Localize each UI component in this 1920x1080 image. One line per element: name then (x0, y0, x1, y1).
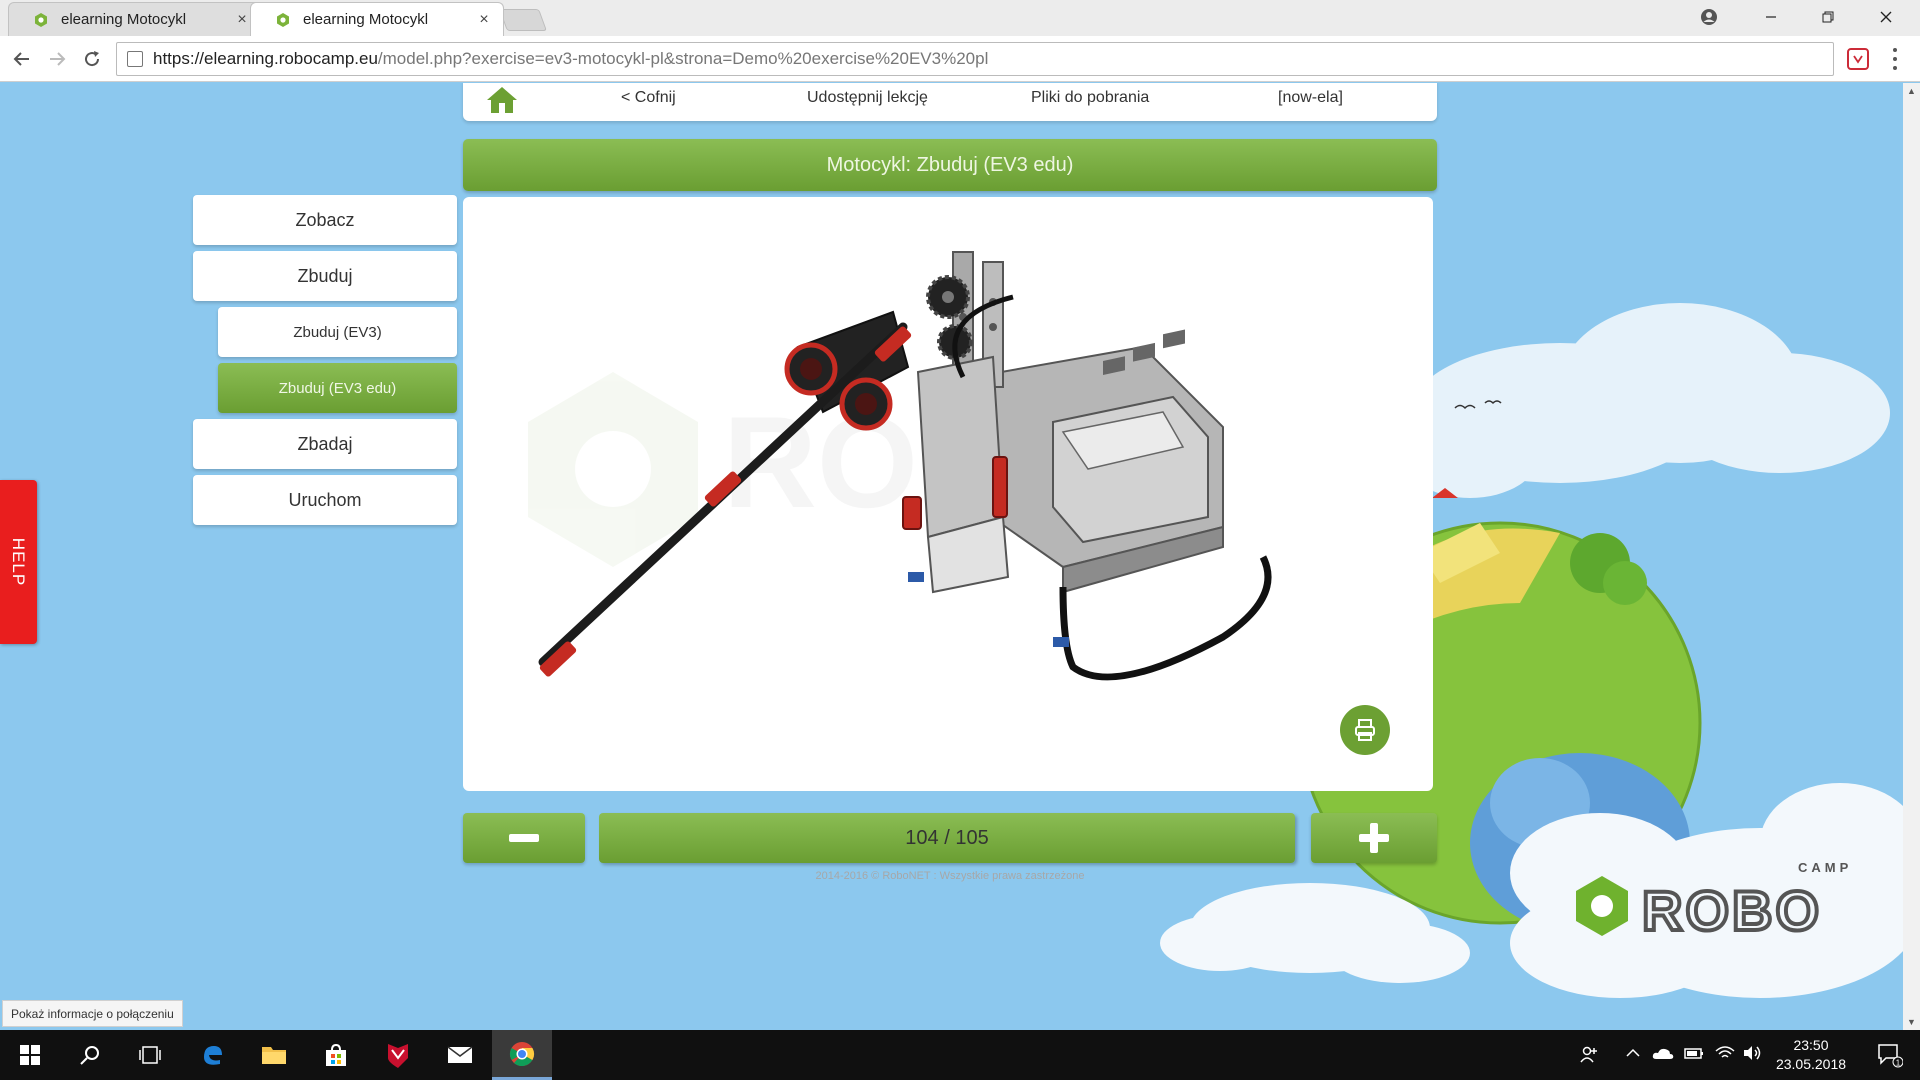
forward-arrow-icon[interactable] (45, 47, 69, 71)
print-icon (1355, 719, 1375, 741)
menu-build-ev3-edu[interactable]: Zbuduj (EV3 edu) (218, 363, 457, 413)
scroll-up-icon[interactable]: ▲ (1907, 86, 1916, 96)
menu-see[interactable]: Zobacz (193, 195, 457, 245)
menu-build-ev3[interactable]: Zbuduj (EV3) (218, 307, 457, 357)
task-view-icon[interactable] (120, 1030, 180, 1080)
previous-step-button[interactable] (463, 813, 585, 863)
restore-icon[interactable] (1800, 0, 1856, 34)
tab-title: elearning Motocykl (61, 11, 187, 28)
browser-tab-2[interactable]: elearning Motocykl × (250, 2, 504, 36)
minus-icon (509, 834, 539, 842)
share-lesson-link[interactable]: Udostępnij lekcję (807, 89, 928, 107)
close-window-icon[interactable] (1858, 0, 1914, 34)
tab-close-icon[interactable]: × (233, 11, 251, 29)
minimize-icon[interactable] (1743, 0, 1799, 34)
logo-robo: ROBO (1642, 879, 1822, 942)
menu-explore[interactable]: Zbadaj (193, 419, 457, 469)
system-clock[interactable]: 23:50 23.05.2018 (1756, 1036, 1866, 1074)
tab-close-icon[interactable]: × (475, 11, 493, 29)
back-arrow-icon[interactable] (10, 47, 34, 71)
plus-icon (1359, 823, 1389, 853)
robocamp-favicon-icon (275, 12, 291, 28)
url-path: /model.php?exercise=ev3-motocykl-pl&stro… (377, 49, 989, 68)
page-scrollbar[interactable]: ▲ ▼ (1903, 83, 1920, 1030)
page-info-icon[interactable] (127, 51, 143, 67)
footer-copyright: 2014-2016 © RoboNET : Wszystkie prawa za… (815, 870, 1085, 882)
reload-icon[interactable] (80, 47, 104, 71)
downloads-link[interactable]: Pliki do pobrania (1031, 89, 1149, 107)
edge-browser-icon[interactable] (182, 1030, 242, 1080)
browser-tab-strip: elearning Motocykl × elearning Motocykl … (0, 0, 1920, 36)
clock-time: 23:50 (1793, 1037, 1829, 1053)
lesson-title: Motocykl: Zbuduj (EV3 edu) (463, 139, 1437, 191)
help-tab[interactable]: HELP (0, 480, 37, 644)
step-counter: 104 / 105 (599, 813, 1295, 863)
show-hidden-icons-icon[interactable] (1625, 1045, 1641, 1065)
logo-camp: CAMP (1798, 860, 1852, 875)
page-content: < Cofnij Udostępnij lekcję Pliki do pobr… (0, 83, 1903, 1030)
windows-start-icon[interactable] (0, 1030, 60, 1080)
robocamp-logo: CAMP ROBO (1576, 860, 1852, 944)
people-icon[interactable] (1580, 1045, 1598, 1067)
address-bar[interactable]: https://elearning.robocamp.eu/model.php?… (116, 42, 1834, 76)
clock-date: 23.05.2018 (1775, 1056, 1847, 1072)
mail-icon[interactable] (430, 1030, 490, 1080)
chrome-icon[interactable] (492, 1030, 552, 1080)
notification-count: 1 (1896, 1059, 1901, 1068)
store-icon[interactable] (306, 1030, 366, 1080)
menu-run[interactable]: Uruchom (193, 475, 457, 525)
new-tab-button[interactable] (498, 9, 548, 31)
ev3-model-illustration: ROBO (528, 251, 1272, 681)
url-host: https://elearning.robocamp.eu (153, 49, 378, 68)
next-step-button[interactable] (1311, 813, 1437, 863)
home-icon[interactable] (485, 85, 519, 115)
action-center-icon[interactable]: 1 (1860, 1030, 1920, 1080)
browser-menu-icon[interactable] (1890, 48, 1900, 70)
back-link[interactable]: < Cofnij (621, 89, 676, 107)
profile-icon[interactable] (1681, 0, 1737, 34)
user-link[interactable]: [now-ela] (1278, 89, 1343, 107)
onedrive-icon[interactable] (1652, 1045, 1674, 1065)
print-button[interactable] (1340, 705, 1390, 755)
browser-toolbar: https://elearning.robocamp.eu/model.php?… (0, 36, 1920, 82)
tab-title: elearning Motocykl (303, 11, 429, 28)
search-icon[interactable] (60, 1030, 120, 1080)
windows-taskbar: 23:50 23.05.2018 1 (0, 1030, 1920, 1080)
connection-info-tooltip: Pokaż informacje o połączeniu (2, 1000, 183, 1027)
model-viewer: ROBO (463, 197, 1433, 791)
menu-build[interactable]: Zbuduj (193, 251, 457, 301)
help-label: HELP (9, 537, 29, 587)
browser-tab-1[interactable]: elearning Motocykl × (8, 2, 262, 36)
scroll-down-icon[interactable]: ▼ (1907, 1017, 1916, 1027)
battery-icon[interactable] (1684, 1045, 1704, 1065)
extension-shield-icon[interactable] (1847, 48, 1869, 70)
wifi-icon[interactable] (1715, 1045, 1735, 1065)
top-navigation: < Cofnij Udostępnij lekcję Pliki do pobr… (463, 83, 1437, 121)
mcafee-icon[interactable] (368, 1030, 428, 1080)
robocamp-favicon-icon (33, 12, 49, 28)
file-explorer-icon[interactable] (244, 1030, 304, 1080)
